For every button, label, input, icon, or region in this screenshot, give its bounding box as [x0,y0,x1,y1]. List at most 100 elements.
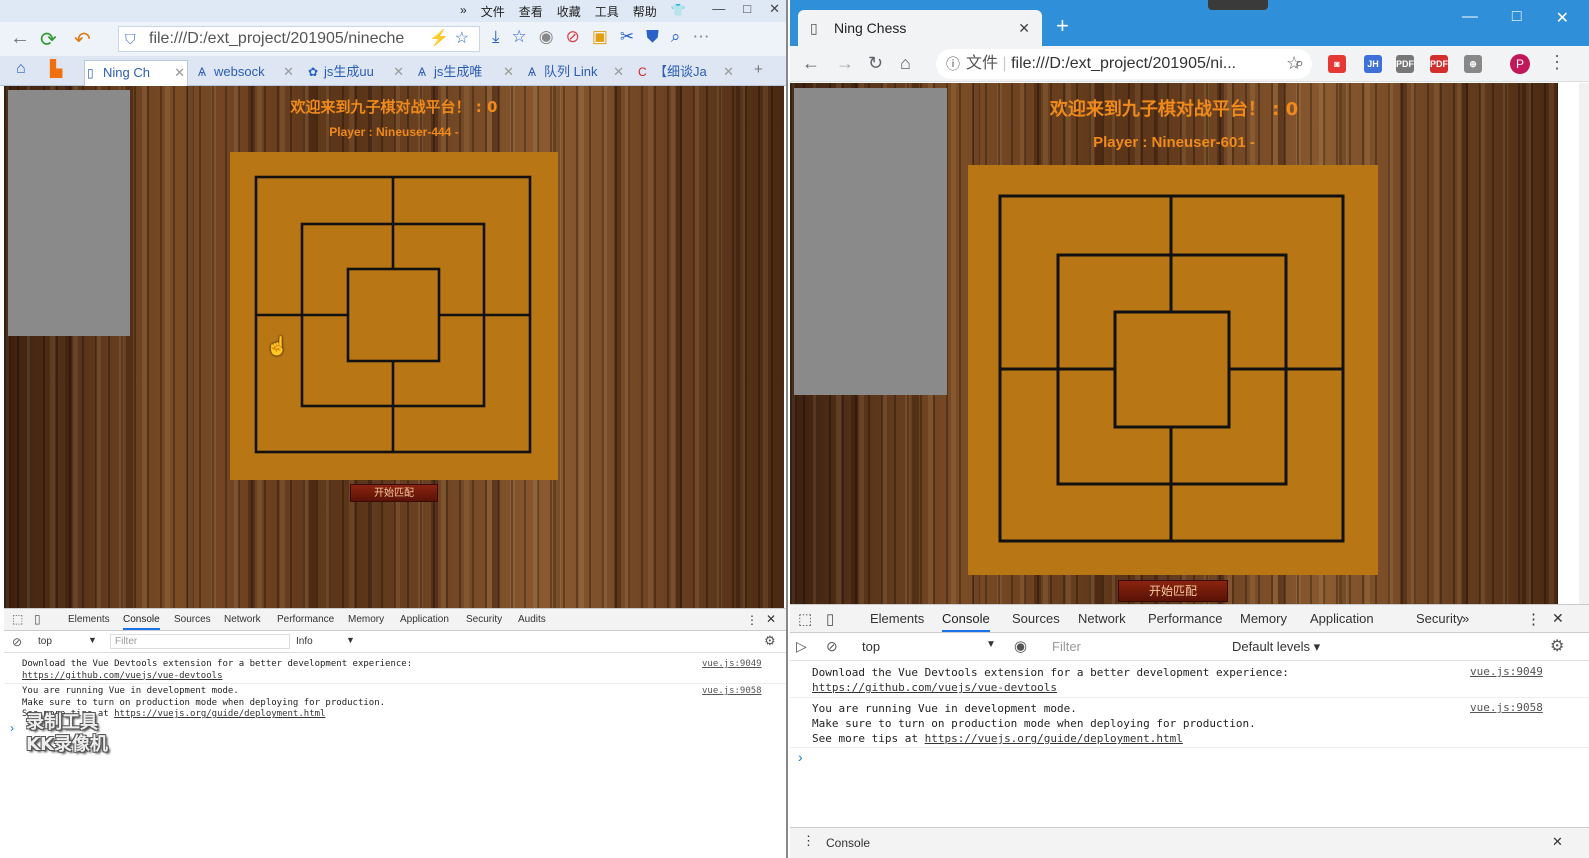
scissors-icon[interactable]: ✂ [620,27,634,47]
context-select[interactable]: top [862,639,880,654]
inspect-icon[interactable]: ⬚ [12,612,23,626]
devtab-network[interactable]: Network [224,614,261,625]
skin-icon[interactable]: 👕 [671,3,686,20]
refresh-icon[interactable]: ⟳ [40,27,57,52]
zoom-icon[interactable]: ⌕ [671,27,681,47]
console-filter-input[interactable]: Filter [110,634,290,649]
log-link[interactable]: https://github.com/vuejs/vue-devtools [812,681,1057,694]
devtab-application[interactable]: Application [1310,611,1374,626]
browser-menu-icon[interactable]: ⋮ [1548,52,1566,73]
more-icon[interactable]: ⋯ [692,27,709,47]
back-icon[interactable]: ← [10,27,30,50]
devtools-menu-icon[interactable]: ⋮ [746,613,758,627]
level-dropdown-icon[interactable]: ▼ [346,635,355,645]
tab-close-icon[interactable]: ✕ [1018,10,1030,46]
devtab-audits[interactable]: Audits [518,614,546,625]
drawer-close-icon[interactable]: ✕ [1552,834,1563,850]
bookmark-star-icon[interactable]: ☆ [1286,53,1302,74]
eye-icon[interactable]: ◉ [1014,637,1027,655]
download-icon[interactable]: ⤓ [492,27,500,47]
extension-jh-icon[interactable]: JH [1364,55,1382,73]
extension-red-icon[interactable]: ◙ [1328,55,1346,73]
tab-java[interactable]: C 【细谈Ja ✕ [636,60,736,86]
tab-js-uuid[interactable]: ✿ js生成uu ✕ [306,60,406,86]
menu-more[interactable]: » [460,3,467,20]
tab-close-icon[interactable]: ✕ [613,60,624,84]
minimize-button[interactable]: — [712,1,725,17]
close-button[interactable]: ✕ [769,1,780,17]
profile-avatar[interactable]: P [1510,54,1530,74]
log-link[interactable]: https://vuejs.org/guide/deployment.html [925,732,1183,745]
tab-close-icon[interactable]: ✕ [174,61,185,85]
right-game-board[interactable] [968,165,1378,575]
context-dropdown-icon[interactable]: ▼ [986,639,996,650]
right-log-source-1[interactable]: vue.js:9049 [1470,665,1543,678]
devtab-memory[interactable]: Memory [1240,611,1287,626]
bookmark-app-icon[interactable]: ▙ [50,59,62,79]
devtools-menu-icon[interactable]: ⋮ [1526,610,1541,628]
favorite-star-icon[interactable]: ☆ [512,27,527,47]
console-settings-icon[interactable]: ⚙ [764,633,776,649]
device-icon[interactable]: ▯ [826,610,834,628]
left-log-source-2[interactable]: vue.js:9058 [702,686,762,696]
left-game-board[interactable] [230,152,558,480]
back-icon[interactable]: ← [802,53,820,74]
console-prompt[interactable]: › [10,721,14,735]
devtab-performance[interactable]: Performance [277,614,334,625]
maximize-button[interactable]: □ [1512,8,1522,28]
right-tab-ning-chess[interactable]: ▯ Ning Chess ✕ [798,10,1042,46]
globe-icon[interactable]: ◉ [539,27,554,47]
devtab-application[interactable]: Application [400,614,449,625]
drawer-menu-icon[interactable]: ⋮ [802,833,815,849]
devtab-console[interactable]: Console [942,611,990,632]
tab-close-icon[interactable]: ✕ [283,60,294,84]
tab-close-icon[interactable]: ✕ [393,60,404,84]
context-dropdown-icon[interactable]: ▼ [88,635,97,645]
tab-js-unique[interactable]: Ѧ js生成唯 ✕ [416,60,516,86]
console-filter-input[interactable]: Filter [1044,637,1224,657]
devtab-security[interactable]: Security [466,614,502,625]
devtools-close-icon[interactable]: ✕ [1552,610,1564,627]
undo-icon[interactable]: ↶ [74,27,91,52]
minimize-button[interactable]: — [1462,8,1478,28]
devtab-elements[interactable]: Elements [870,611,924,626]
devtab-network[interactable]: Network [1078,611,1126,626]
left-address-bar[interactable]: ⛉ file:///D:/ext_project/201905/nineche … [118,26,480,52]
devtab-performance[interactable]: Performance [1148,611,1222,626]
menu-favorites[interactable]: 收藏 [557,3,581,20]
menu-file[interactable]: 文件 [481,3,505,20]
extension-translate-icon[interactable]: ⊕ [1464,55,1482,73]
clear-console-icon[interactable]: ⊘ [12,635,22,649]
close-button[interactable]: ✕ [1556,8,1569,28]
console-settings-icon[interactable]: ⚙ [1550,636,1564,656]
log-link[interactable]: https://vuejs.org/guide/deployment.html [114,709,325,719]
log-link[interactable]: https://github.com/vuejs/vue-devtools [22,671,222,681]
devtools-close-icon[interactable]: ✕ [766,612,776,626]
forward-icon[interactable]: → [836,53,854,74]
reload-icon[interactable]: ↻ [868,53,883,74]
left-start-match-button[interactable]: 开始匹配 [350,484,438,502]
extension-pdf-gray-icon[interactable]: PDF [1396,55,1414,73]
star-icon[interactable]: ☆ [455,27,469,51]
home-icon[interactable]: ⌂ [900,53,911,74]
tab-ning-chess[interactable]: ▯ Ning Ch ✕ [84,60,188,86]
menu-help[interactable]: 帮助 [633,3,657,20]
maximize-button[interactable]: □ [743,1,751,17]
extension-pdf-red-icon[interactable]: PDF [1430,55,1448,73]
block-icon[interactable]: ⊘ [566,27,580,47]
devtab-memory[interactable]: Memory [348,614,384,625]
log-level-select[interactable]: Default levels ▾ [1232,639,1320,655]
devtab-elements[interactable]: Elements [68,614,110,625]
device-icon[interactable]: ▯ [34,612,41,626]
context-select[interactable]: top [38,636,52,647]
new-tab-button[interactable]: + [754,61,763,78]
log-level-select[interactable]: Info [296,636,313,647]
right-log-source-2[interactable]: vue.js:9058 [1470,701,1543,714]
devtab-security[interactable]: Security [1416,611,1463,626]
menu-view[interactable]: 查看 [519,3,543,20]
tab-close-icon[interactable]: ✕ [503,60,514,84]
more-tabs-button[interactable]: » [1462,611,1469,626]
tab-close-icon[interactable]: ✕ [723,60,734,84]
page-scrollbar[interactable] [1579,83,1589,604]
right-start-match-button[interactable]: 开始匹配 [1118,580,1228,602]
